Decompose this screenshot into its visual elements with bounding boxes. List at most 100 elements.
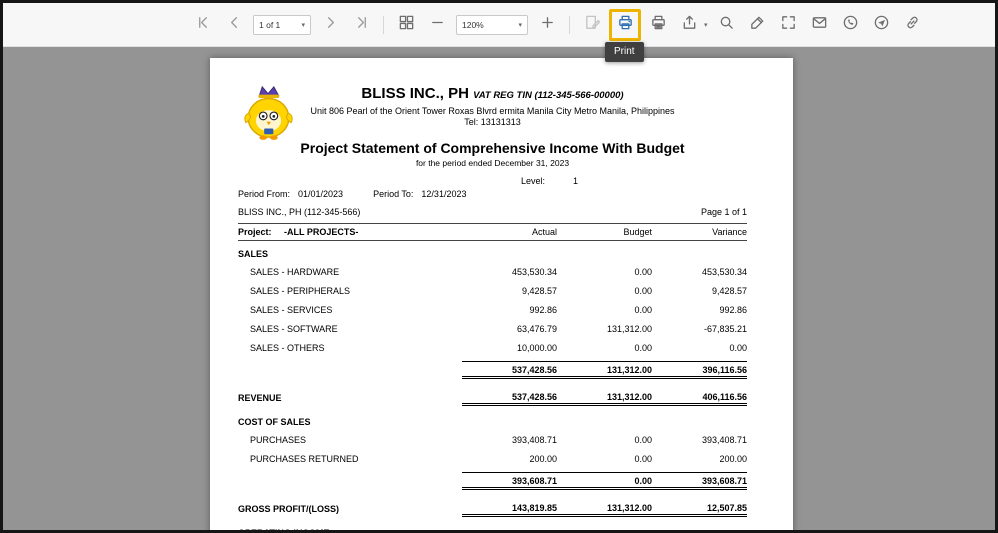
first-page-icon — [195, 14, 212, 36]
link-button[interactable] — [901, 13, 925, 37]
row-budget: 0.00 — [634, 453, 652, 464]
row-actual: 63,476.79 — [516, 323, 557, 334]
row-label: SALES - PERIPHERALS — [250, 285, 351, 296]
design-button[interactable] — [580, 13, 604, 37]
column-header-actual: Actual — [531, 227, 557, 237]
send-share-button[interactable] — [870, 13, 894, 37]
design-icon — [584, 14, 601, 36]
row-label: PURCHASES — [250, 434, 307, 445]
row-variance: 9,428.57 — [711, 285, 747, 296]
row-variance: 396,116.56 — [652, 360, 747, 379]
row-actual: 9,428.57 — [521, 285, 557, 296]
report-subtitle: for the period ended December 31, 2023 — [415, 158, 570, 168]
fullscreen-button[interactable] — [777, 13, 801, 37]
last-page-button[interactable] — [349, 13, 373, 37]
row-budget: 0.00 — [634, 434, 652, 445]
row-budget: 0.00 — [634, 285, 652, 296]
edit-document-button[interactable] — [746, 13, 770, 37]
row-actual: 10,000.00 — [516, 342, 557, 353]
next-page-button[interactable] — [318, 13, 342, 37]
company-telephone: Tel: 13131313 — [464, 117, 521, 127]
table-row: 393,608.71 0.00 393,608.71 — [238, 469, 747, 492]
chevron-down-icon: ▾ — [518, 21, 522, 29]
last-page-icon — [353, 14, 370, 36]
print-tooltip: Print — [605, 41, 644, 62]
level-line: Level: 1 — [238, 176, 747, 187]
zoom-level-dropdown[interactable]: 120% ▾ — [456, 14, 528, 35]
row-budget: 0.00 — [634, 304, 652, 315]
table-row: SALES - OTHERS 10,000.00 0.00 0.00 — [238, 338, 747, 357]
row-actual: 143,819.85 — [462, 500, 557, 517]
project-value: -ALL PROJECTS- — [284, 227, 359, 237]
period-from-label: Period From: — [238, 189, 291, 199]
app-window: 1 of 1 ▾ 120% ▾ Print ▾ BLISS INC., PH V… — [0, 0, 998, 533]
report-title: Project Statement of Comprehensive Incom… — [300, 140, 685, 156]
toolbar-separator — [383, 15, 384, 34]
whatsapp-icon — [842, 14, 859, 36]
row-actual: 453,530.34 — [511, 266, 557, 277]
company-page-line: BLISS INC., PH (112-345-566) Page 1 of 1 — [238, 207, 747, 218]
page-selector-value: 1 of 1 — [259, 19, 281, 30]
previous-page-icon — [226, 14, 243, 36]
export-icon — [681, 14, 698, 36]
level-label: Level: — [521, 176, 546, 186]
export-button[interactable] — [677, 13, 701, 37]
report-table-body: SALES SALES - HARDWARE 453,530.34 0.00 453,5… — [238, 245, 747, 533]
search-icon — [718, 14, 735, 36]
row-label: SALES - SOFTWARE — [250, 323, 338, 334]
period-to-label: Period To: — [373, 189, 414, 199]
zoom-out-button[interactable] — [425, 13, 449, 37]
row-variance: 393,608.71 — [652, 471, 747, 490]
table-row: SALES - SERVICES 992.86 0.00 992.86 — [238, 300, 747, 319]
mail-share-button[interactable] — [808, 13, 832, 37]
print-button[interactable] — [613, 13, 637, 37]
row-label: SALES - HARDWARE — [250, 266, 340, 277]
whatsapp-share-button[interactable] — [839, 13, 863, 37]
row-actual: 537,428.56 — [462, 360, 557, 379]
table-row: GROSS PROFIT/(LOSS) 143,819.85 131,312.00 1… — [238, 497, 747, 520]
row-label: OPERATING INCOME — [238, 527, 330, 533]
report-table-header: Project: -ALL PROJECTS- Actual Budget Va… — [238, 223, 747, 241]
row-label: SALES — [238, 248, 269, 259]
link-icon — [904, 14, 921, 36]
row-actual: 537,428.56 — [462, 389, 557, 406]
level-value: 1 — [573, 176, 579, 186]
mail-icon — [811, 14, 828, 36]
viewer-toolbar: 1 of 1 ▾ 120% ▾ Print ▾ — [3, 3, 995, 62]
next-page-icon — [322, 14, 339, 36]
print-page-button[interactable] — [646, 13, 670, 37]
table-row: REVENUE 537,428.56 131,312.00 406,116.56 — [238, 386, 747, 409]
toolbar-separator — [569, 15, 570, 34]
row-budget: 0.00 — [557, 471, 652, 490]
export-chevron-down-icon[interactable]: ▾ — [704, 21, 708, 29]
table-row: PURCHASES 393,408.71 0.00 393,408.71 — [238, 430, 747, 449]
multi-page-view-button[interactable] — [394, 13, 418, 37]
chevron-down-icon: ▾ — [301, 21, 305, 29]
row-variance: -67,835.21 — [703, 323, 747, 334]
row-variance: 0.00 — [729, 342, 747, 353]
column-header-budget: Budget — [623, 227, 652, 237]
table-row: PURCHASES RETURNED 200.00 0.00 200.00 — [238, 449, 747, 468]
row-budget: 131,312.00 — [557, 500, 652, 517]
first-page-button[interactable] — [191, 13, 215, 37]
table-row: SALES - HARDWARE 453,530.34 0.00 453,530.34 — [238, 262, 747, 281]
page-info: Page 1 of 1 — [700, 207, 747, 217]
period-line: Period From: 01/01/2023 Period To: 12/31… — [238, 189, 747, 200]
table-row: 537,428.56 131,312.00 396,116.56 — [238, 358, 747, 381]
row-actual: 200.00 — [529, 453, 557, 464]
row-actual: 393,608.71 — [462, 471, 557, 490]
row-variance: 406,116.56 — [652, 389, 747, 406]
print-highlight-box: Print — [605, 8, 644, 62]
company-logo-mascot — [244, 85, 293, 140]
row-budget: 0.00 — [634, 266, 652, 277]
row-label: SALES - SERVICES — [250, 304, 333, 315]
search-button[interactable] — [715, 13, 739, 37]
row-budget: 0.00 — [634, 342, 652, 353]
row-actual: 992.86 — [529, 304, 557, 315]
previous-page-button[interactable] — [222, 13, 246, 37]
report-page: BLISS INC., PH VAT REG TIN (112-345-566-… — [210, 58, 793, 533]
page-selector-dropdown[interactable]: 1 of 1 ▾ — [253, 14, 311, 35]
row-variance: 200.00 — [719, 453, 747, 464]
fullscreen-icon — [780, 14, 797, 36]
zoom-in-button[interactable] — [535, 13, 559, 37]
